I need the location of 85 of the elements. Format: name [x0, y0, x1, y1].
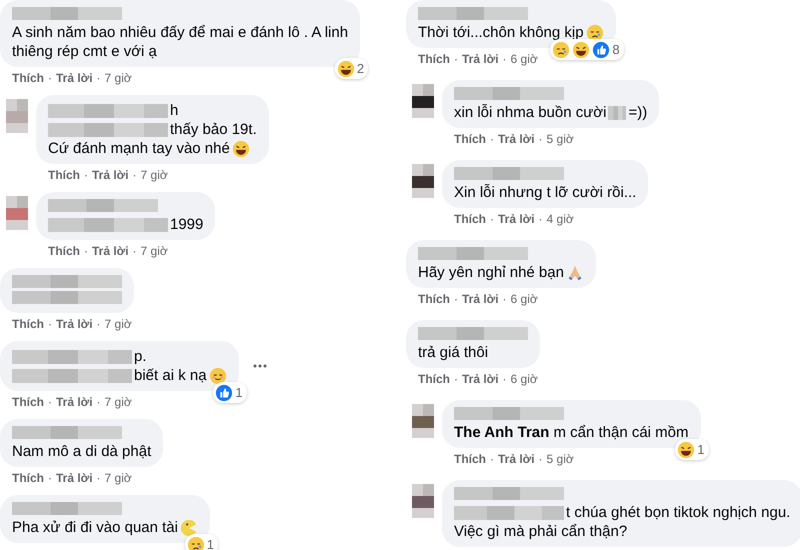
reply-link[interactable]: Trả lời: [462, 371, 499, 387]
separator-dot: ·: [132, 243, 137, 259]
reply-link[interactable]: Trả lời: [462, 291, 499, 307]
timestamp: 6 giờ: [510, 371, 538, 387]
comment-text: Xin lỗi nhưng t lỡ cười rồi...: [454, 183, 636, 202]
separator-dot: ·: [454, 51, 458, 67]
reaction-badge[interactable]: 2: [334, 58, 368, 79]
separator-dot: ·: [96, 470, 101, 486]
separator-dot: ·: [538, 211, 543, 227]
comment-text: xin lỗi nhma buồn cười: [454, 103, 606, 122]
timestamp: 7 giờ: [140, 167, 168, 183]
timestamp: 6 giờ: [510, 291, 538, 307]
like-link[interactable]: Thích: [454, 131, 486, 147]
like-link[interactable]: Thích: [12, 316, 44, 332]
like-link[interactable]: Thích: [48, 243, 80, 259]
comment-text: 1999: [170, 215, 204, 234]
reply-link[interactable]: Trả lời: [56, 470, 93, 486]
comment-text: Nam mô a di dà phật: [12, 442, 152, 461]
timestamp: 6 giờ: [510, 51, 538, 67]
reaction-badge[interactable]: 1: [213, 382, 247, 403]
like-link[interactable]: Thích: [418, 291, 450, 307]
comment-text: The Anh Tran m cẩn thận cái mồm: [454, 423, 688, 442]
timestamp: 7 giờ: [104, 70, 132, 86]
comment-text: Hãy yên nghỉ nhé bạn: [418, 263, 564, 282]
reaction-badge[interactable]: 1: [184, 534, 218, 550]
reaction-badge[interactable]: 1: [675, 439, 708, 460]
separator-dot: ·: [502, 51, 507, 67]
comment-text: trả giá thôi: [418, 343, 488, 362]
separator-dot: ·: [84, 167, 88, 183]
comment-text: =)): [628, 103, 648, 122]
reply-link[interactable]: Trả lời: [56, 394, 93, 410]
timestamp: 7 giờ: [140, 243, 168, 259]
separator-dot: ·: [454, 371, 458, 387]
separator-dot: ·: [538, 131, 543, 147]
separator-dot: ·: [502, 291, 507, 307]
timestamp: 4 giờ: [546, 211, 574, 227]
separator-dot: ·: [96, 394, 101, 410]
reaction-badge[interactable]: 8: [550, 39, 624, 60]
comment-text: t chúa ghét bọn tiktok nghịch ngu.: [566, 503, 790, 522]
separator-dot: ·: [490, 131, 494, 147]
like-link[interactable]: Thích: [454, 451, 486, 467]
reply-link[interactable]: Trả lời: [498, 211, 535, 227]
comment-text: Cứ đánh mạnh tay vào nhé: [48, 139, 230, 158]
timestamp: 5 giờ: [546, 451, 574, 467]
comment-text: Việc gì mà phải cẩn thận?: [454, 522, 628, 541]
separator-dot: ·: [96, 70, 101, 86]
separator-dot: ·: [502, 371, 507, 387]
reply-link[interactable]: Trả lời: [92, 243, 129, 259]
reply-link[interactable]: Trả lời: [56, 70, 93, 86]
separator-dot: ·: [48, 70, 52, 86]
like-link[interactable]: Thích: [12, 394, 44, 410]
like-link[interactable]: Thích: [12, 470, 44, 486]
separator-dot: ·: [48, 470, 52, 486]
reply-link[interactable]: Trả lời: [92, 167, 129, 183]
more-options-icon[interactable]: [252, 364, 267, 368]
comment-text: thiêng rép cmt e với ạ: [12, 42, 157, 61]
comment-text: biết ai k nạ: [134, 366, 207, 385]
comment-text: Pha xử đi đi vào quan tài: [12, 518, 178, 537]
comment-text: Thời tới...chôn không kịp: [418, 23, 584, 42]
comment-text: h: [170, 101, 178, 120]
like-link[interactable]: Thích: [48, 167, 80, 183]
timestamp: 7 giờ: [104, 394, 132, 410]
timestamp: 7 giờ: [104, 470, 132, 486]
separator-dot: ·: [490, 211, 494, 227]
reply-link[interactable]: Trả lời: [498, 131, 535, 147]
reply-link[interactable]: Trả lời: [462, 51, 499, 67]
separator-dot: ·: [538, 451, 543, 467]
reply-link[interactable]: Trả lời: [56, 316, 93, 332]
separator-dot: ·: [84, 243, 88, 259]
comment-text: p.: [134, 347, 147, 366]
timestamp: 7 giờ: [104, 316, 132, 332]
separator-dot: ·: [454, 291, 458, 307]
separator-dot: ·: [48, 394, 52, 410]
separator-dot: ·: [96, 316, 101, 332]
reply-link[interactable]: Trả lời: [498, 451, 535, 467]
like-link[interactable]: Thích: [418, 51, 450, 67]
separator-dot: ·: [490, 451, 494, 467]
timestamp: 5 giờ: [546, 131, 574, 147]
separator-dot: ·: [132, 167, 137, 183]
separator-dot: ·: [48, 316, 52, 332]
like-link[interactable]: Thích: [12, 70, 44, 86]
like-link[interactable]: Thích: [418, 371, 450, 387]
comment-text: A sinh năm bao nhiêu đấy để mai e đánh lô . A linh: [12, 23, 348, 42]
comment-text: thấy bảo 19t.: [170, 120, 257, 139]
like-link[interactable]: Thích: [454, 211, 486, 227]
